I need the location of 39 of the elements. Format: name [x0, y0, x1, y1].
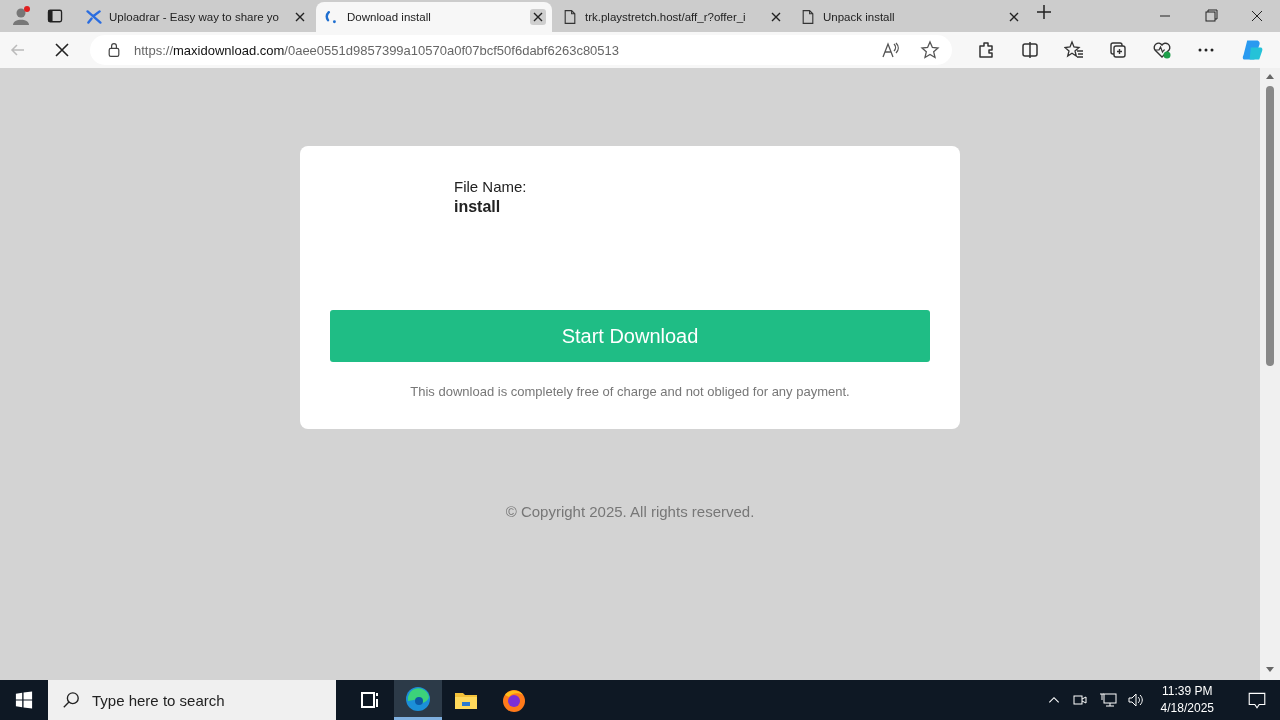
file-name: install [454, 198, 502, 216]
heart-pulse-icon[interactable] [1152, 40, 1172, 60]
file-name-label: File Name: [454, 178, 528, 195]
star-icon[interactable] [920, 40, 940, 60]
free-download-note: This download is completely free of charge and not obliged for any payment. [409, 384, 851, 399]
split-screen-icon[interactable] [1020, 40, 1040, 60]
lock-icon[interactable] [106, 42, 122, 58]
page-icon [562, 9, 578, 25]
address-bar[interactable]: https://maxidownload.com/0aee0551d9857399a10570a0f07bcf50f6dabf6263c80513 [90, 35, 952, 65]
clock-time[interactable]: 11:39 PM [1162, 683, 1213, 700]
scrollbar[interactable] [1260, 68, 1280, 680]
page-icon [800, 9, 816, 25]
browser-tab[interactable]: Download install [316, 2, 552, 32]
browser-tab[interactable]: Uploadrar - Easy way to share yo [78, 2, 314, 32]
x-logo-icon [86, 9, 102, 25]
read-aloud-icon[interactable] [880, 40, 900, 60]
profile-icon[interactable] [10, 5, 32, 27]
notification-icon[interactable] [1247, 690, 1267, 710]
copilot-icon[interactable] [1240, 38, 1264, 62]
speaker-icon[interactable] [1126, 691, 1145, 709]
copyright-text: © Copyright 2025. All rights reserved. [505, 503, 755, 520]
collections-icon[interactable] [1108, 40, 1128, 60]
taskbar-search-field[interactable]: Type here to search [48, 680, 336, 720]
favorites-icon[interactable] [1064, 40, 1084, 60]
tab-actions-icon[interactable] [46, 7, 64, 25]
windows-start-icon[interactable] [15, 691, 33, 709]
browser-tab[interactable]: Unpack install [792, 2, 1028, 32]
search-icon [62, 691, 80, 709]
scroll-up-icon[interactable] [1265, 72, 1275, 82]
url-text: https://maxidownload.com/0aee0551d9857399a10570a0f07bcf50f6dabf6263c80513 [134, 42, 621, 58]
network-icon[interactable] [1098, 691, 1117, 709]
close-icon[interactable] [530, 9, 546, 25]
scroll-down-icon[interactable] [1265, 664, 1275, 674]
browser-tab[interactable]: trk.playstretch.host/aff_r?offer_i [554, 2, 790, 32]
extensions-icon[interactable] [976, 40, 996, 60]
new-tab-icon[interactable] [1036, 4, 1052, 20]
scrollbar-thumb[interactable] [1266, 86, 1274, 366]
browser-icon[interactable] [405, 685, 431, 712]
clock-date[interactable]: 4/18/2025 [1160, 700, 1214, 717]
